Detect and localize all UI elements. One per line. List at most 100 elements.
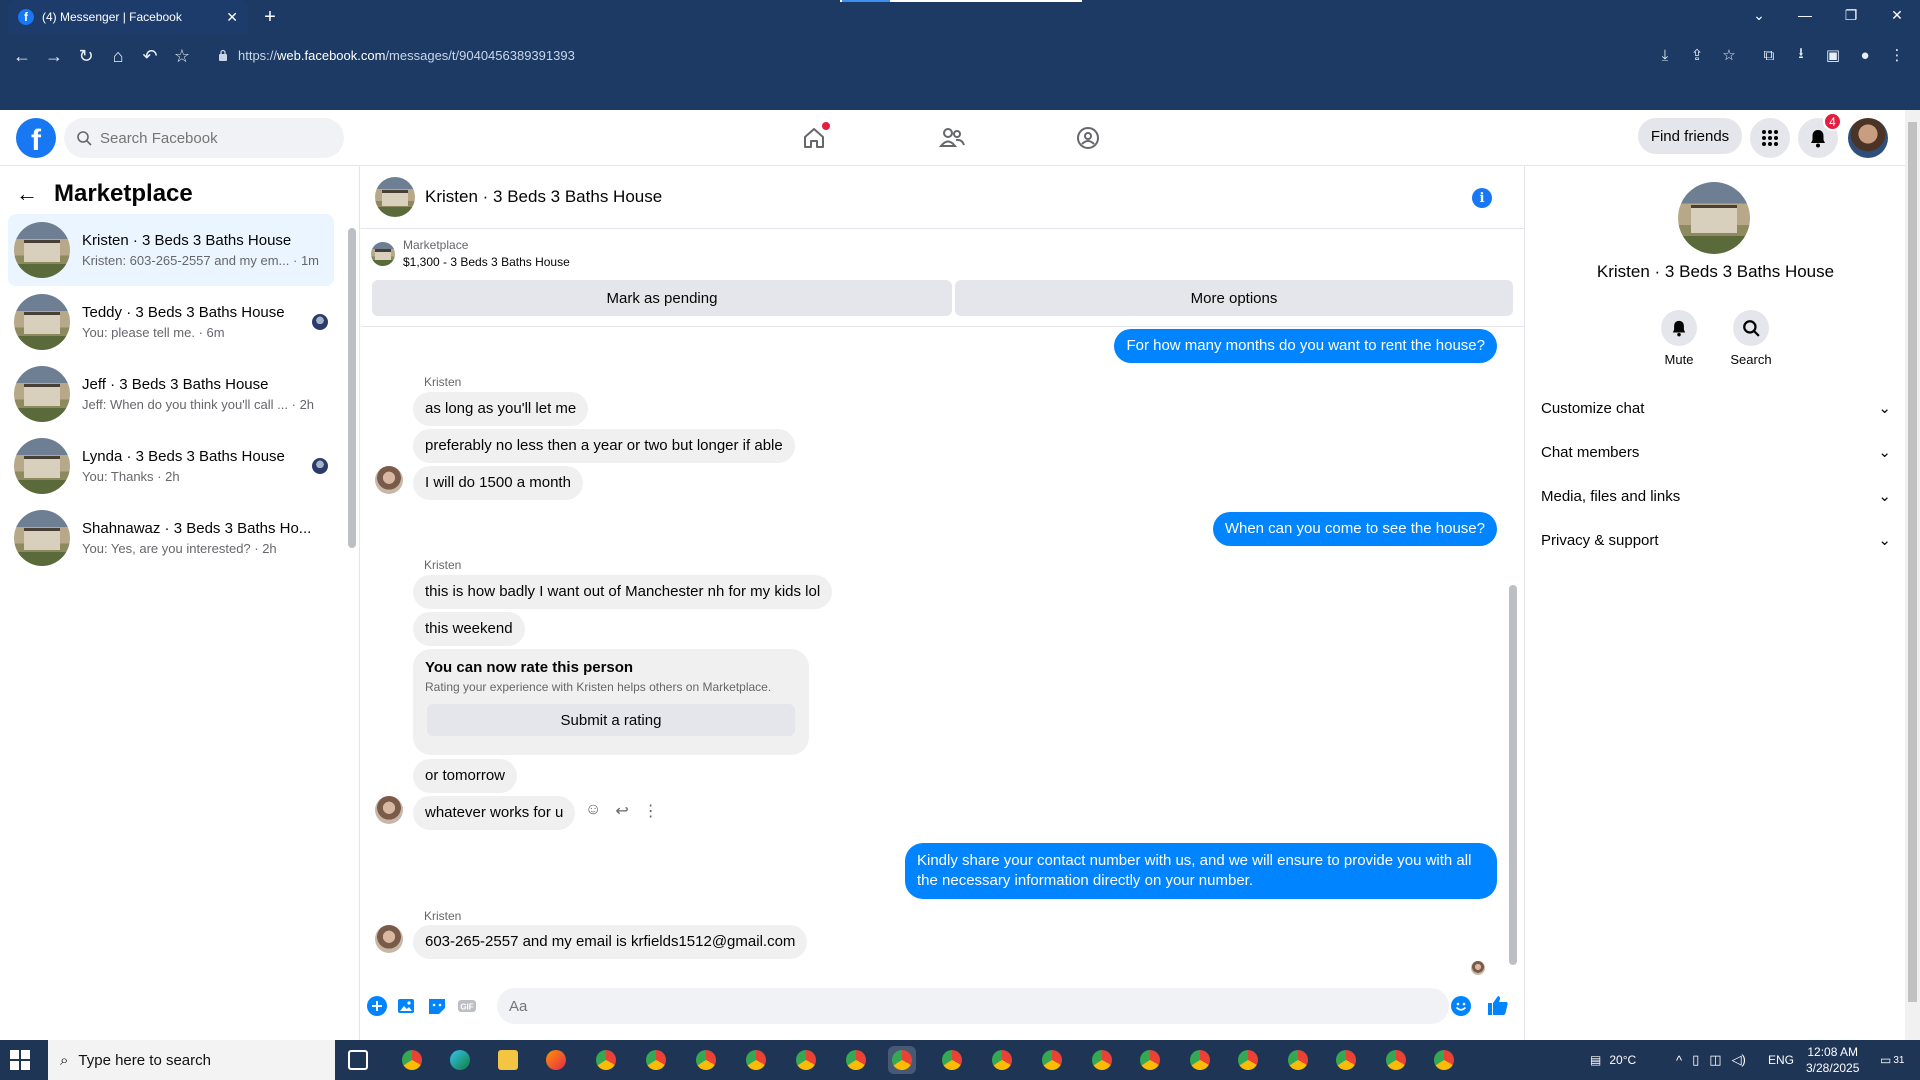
network-icon[interactable]: ◫ [1709,1052,1721,1068]
facebook-logo-icon[interactable]: f [16,118,56,158]
new-tab-button[interactable]: + [258,5,282,29]
facebook-search-input[interactable] [100,129,320,147]
minimize-button[interactable]: — [1782,0,1828,30]
back-arrow-icon[interactable]: ← [16,181,38,207]
conversation-item[interactable]: Teddy · 3 Beds 3 Baths House You: please… [8,286,334,358]
groups-nav-icon[interactable] [1070,120,1106,156]
chrome-profile-icon[interactable] [692,1046,720,1074]
message-input[interactable] [509,997,1389,1015]
chrome-profile-icon[interactable] [1430,1046,1458,1074]
bookmark-star-icon[interactable]: ☆ [168,42,196,70]
firefox-taskbar-icon[interactable] [542,1046,570,1074]
mark-as-pending-button[interactable]: Mark as pending [372,280,952,316]
clock[interactable]: 12:08 AM 3/28/2025 [1806,1040,1859,1080]
reply-icon[interactable]: ↩ [615,801,628,821]
chrome-taskbar-icon[interactable] [398,1046,426,1074]
incoming-message[interactable]: 603-265-2557 and my email is krfields151… [413,925,808,959]
chrome-profile-icon[interactable] [1136,1046,1164,1074]
incoming-message[interactable]: whatever works for u [413,796,576,830]
show-hidden-icons-icon[interactable]: ^ [1676,1053,1682,1068]
facebook-search[interactable] [64,118,344,158]
home-nav-icon[interactable] [796,120,832,156]
info-icon[interactable]: i [1472,188,1492,208]
privacy-support-row[interactable]: Privacy & support ⌄ [1541,522,1891,558]
chrome-profile-icon[interactable] [1186,1046,1214,1074]
notification-center[interactable]: ▭ 31 [1880,1040,1904,1080]
message-thread-scrollbar[interactable] [1507,327,1519,979]
weather-widget[interactable]: ▤ 20°C [1590,1040,1636,1080]
outgoing-message[interactable]: When can you come to see the house? [1212,512,1497,546]
share-icon[interactable]: ⇪ [1684,42,1710,68]
plus-circle-icon[interactable] [367,996,387,1016]
chrome-profile-icon[interactable] [938,1046,966,1074]
back-arrow-icon[interactable]: ← [8,42,36,70]
windows-start-icon[interactable] [10,1050,30,1070]
incoming-message[interactable]: this weekend [413,612,525,646]
chrome-profile-icon[interactable] [842,1046,870,1074]
reload-icon[interactable]: ↻ [72,42,100,70]
browser-menu-icon[interactable]: ⋮ [1884,42,1910,68]
outgoing-message[interactable]: Kindly share your contact number with us… [905,843,1497,899]
chat-title[interactable]: Kristen · 3 Beds 3 Baths House [425,187,662,207]
customize-chat-row[interactable]: Customize chat ⌄ [1541,390,1891,426]
incoming-message[interactable]: as long as you'll let me [413,392,589,426]
message-input-box[interactable] [497,988,1449,1024]
page-scrollbar[interactable] [1905,110,1920,1040]
chrome-profile-icon[interactable] [1234,1046,1262,1074]
search-in-conversation-button[interactable]: Search [1721,310,1781,367]
restore-button[interactable]: ❐ [1828,0,1874,30]
address-bar[interactable]: https://web.facebook.com/messages/t/9040… [204,38,1774,72]
chrome-profile-icon[interactable] [742,1046,770,1074]
edge-taskbar-icon[interactable] [446,1046,474,1074]
mute-button[interactable]: Mute [1649,310,1709,367]
incoming-message[interactable]: preferably no less then a year or two bu… [413,429,795,463]
input-language[interactable]: ENG [1768,1040,1794,1080]
submit-rating-button[interactable]: Submit a rating [427,704,795,736]
sender-avatar[interactable] [375,925,403,953]
sender-avatar[interactable] [375,796,403,824]
undo-icon[interactable]: ↶ [136,42,164,70]
close-tab-icon[interactable]: ✕ [226,9,238,26]
close-window-button[interactable]: ✕ [1874,0,1920,30]
taskbar-search[interactable]: ⌕ Type here to search [48,1040,335,1080]
find-friends-button[interactable]: Find friends [1638,118,1742,154]
menu-grid-icon[interactable] [1750,118,1790,158]
more-options-button[interactable]: More options [955,280,1513,316]
conversation-list-scrollbar[interactable] [346,216,356,572]
notifications-bell-icon[interactable]: 4 [1798,112,1842,158]
conversation-item[interactable]: Kristen · 3 Beds 3 Baths House Kristen: … [8,214,334,286]
home-icon[interactable]: ⌂ [104,42,132,70]
chrome-profile-icon[interactable] [1382,1046,1410,1074]
media-files-links-row[interactable]: Media, files and links ⌄ [1541,478,1891,514]
file-explorer-icon[interactable] [494,1046,522,1074]
chat-members-row[interactable]: Chat members ⌄ [1541,434,1891,470]
volume-icon[interactable]: ◁) [1732,1052,1746,1068]
incoming-message[interactable]: I will do 1500 a month [413,466,583,500]
chrome-profile-icon[interactable] [988,1046,1016,1074]
side-panel-icon[interactable]: ▣ [1820,42,1846,68]
outgoing-message[interactable]: For how many months do you want to rent … [1114,329,1497,363]
task-view-icon[interactable] [344,1046,372,1074]
account-icon[interactable]: ● [1852,42,1878,68]
download-icon[interactable]: ⭳ [1788,42,1814,68]
gif-icon[interactable]: GIF [457,996,477,1016]
chat-avatar[interactable] [375,177,415,217]
chrome-profile-icon[interactable] [592,1046,620,1074]
tab-search-chevron-icon[interactable]: ⌄ [1736,0,1782,30]
react-emoji-icon[interactable]: ☺ [585,801,601,821]
incoming-message[interactable]: this is how badly I want out of Manchest… [413,575,833,609]
profile-avatar[interactable] [1848,118,1888,158]
sticker-icon[interactable] [427,996,447,1016]
bookmark-page-star-icon[interactable]: ☆ [1716,42,1742,68]
friends-nav-icon[interactable] [934,120,970,156]
conversation-item[interactable]: Shahnawaz · 3 Beds 3 Baths Ho... You: Ye… [8,502,334,574]
chrome-profile-icon[interactable] [1038,1046,1066,1074]
browser-tab[interactable]: f (4) Messenger | Facebook ✕ [8,0,248,34]
chrome-profile-icon-active[interactable] [888,1046,916,1074]
more-actions-icon[interactable]: ⋮ [643,801,659,821]
forward-arrow-icon[interactable]: → [40,42,68,70]
photo-icon[interactable] [397,996,417,1016]
battery-icon[interactable]: ▯ [1692,1052,1699,1068]
chrome-profile-icon[interactable] [642,1046,670,1074]
sender-avatar[interactable] [375,466,403,494]
